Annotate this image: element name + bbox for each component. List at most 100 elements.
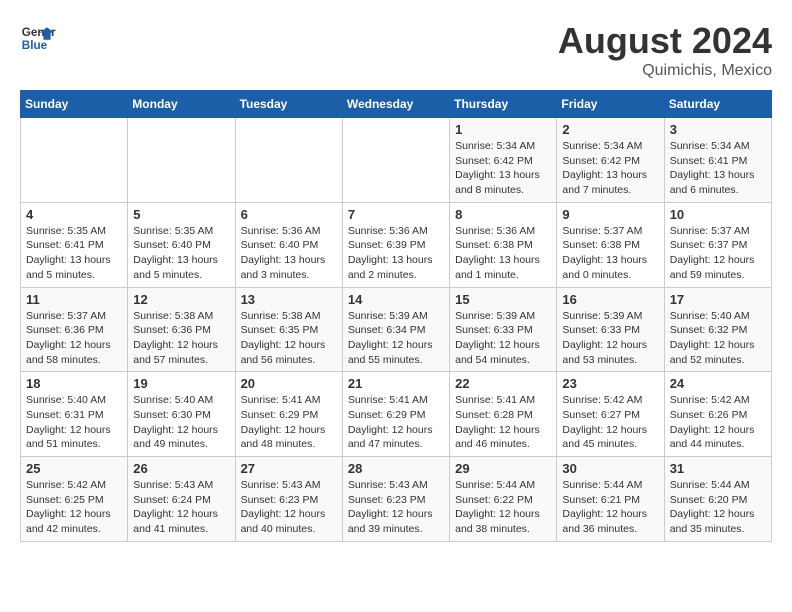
day-detail: Sunrise: 5:38 AM Sunset: 6:35 PM Dayligh… <box>241 309 337 368</box>
day-number: 6 <box>241 207 337 222</box>
day-number: 8 <box>455 207 551 222</box>
day-number: 7 <box>348 207 444 222</box>
day-detail: Sunrise: 5:43 AM Sunset: 6:24 PM Dayligh… <box>133 478 229 537</box>
day-detail: Sunrise: 5:42 AM Sunset: 6:25 PM Dayligh… <box>26 478 122 537</box>
day-detail: Sunrise: 5:40 AM Sunset: 6:30 PM Dayligh… <box>133 393 229 452</box>
day-detail: Sunrise: 5:38 AM Sunset: 6:36 PM Dayligh… <box>133 309 229 368</box>
day-number: 18 <box>26 376 122 391</box>
day-number: 19 <box>133 376 229 391</box>
calendar-cell <box>128 118 235 203</box>
calendar-table: SundayMondayTuesdayWednesdayThursdayFrid… <box>20 90 772 542</box>
day-detail: Sunrise: 5:36 AM Sunset: 6:39 PM Dayligh… <box>348 224 444 283</box>
day-number: 12 <box>133 292 229 307</box>
week-row-3: 11 Sunrise: 5:37 AM Sunset: 6:36 PM Dayli… <box>21 287 772 372</box>
day-detail: Sunrise: 5:41 AM Sunset: 6:29 PM Dayligh… <box>348 393 444 452</box>
day-detail: Sunrise: 5:41 AM Sunset: 6:28 PM Dayligh… <box>455 393 551 452</box>
calendar-cell: 7 Sunrise: 5:36 AM Sunset: 6:39 PM Daylig… <box>342 202 449 287</box>
day-detail: Sunrise: 5:39 AM Sunset: 6:33 PM Dayligh… <box>455 309 551 368</box>
day-detail: Sunrise: 5:36 AM Sunset: 6:40 PM Dayligh… <box>241 224 337 283</box>
day-detail: Sunrise: 5:34 AM Sunset: 6:41 PM Dayligh… <box>670 139 766 198</box>
day-detail: Sunrise: 5:37 AM Sunset: 6:38 PM Dayligh… <box>562 224 658 283</box>
day-number: 9 <box>562 207 658 222</box>
day-number: 20 <box>241 376 337 391</box>
day-detail: Sunrise: 5:44 AM Sunset: 6:22 PM Dayligh… <box>455 478 551 537</box>
day-detail: Sunrise: 5:37 AM Sunset: 6:36 PM Dayligh… <box>26 309 122 368</box>
calendar-cell: 16Sunrise: 5:39 AM Sunset: 6:33 PM Dayli… <box>557 287 664 372</box>
calendar-cell: 20Sunrise: 5:41 AM Sunset: 6:29 PM Dayli… <box>235 372 342 457</box>
day-number: 26 <box>133 461 229 476</box>
day-detail: Sunrise: 5:39 AM Sunset: 6:33 PM Dayligh… <box>562 309 658 368</box>
day-number: 31 <box>670 461 766 476</box>
calendar-cell: 29Sunrise: 5:44 AM Sunset: 6:22 PM Dayli… <box>450 457 557 542</box>
day-number: 24 <box>670 376 766 391</box>
day-number: 14 <box>348 292 444 307</box>
calendar-cell: 30 Sunrise: 5:44 AM Sunset: 6:21 PM Dayli… <box>557 457 664 542</box>
location: Quimichis, Mexico <box>558 62 772 80</box>
week-row-5: 25 Sunrise: 5:42 AM Sunset: 6:25 PM Dayli… <box>21 457 772 542</box>
logo: General Blue <box>20 20 56 56</box>
day-detail: Sunrise: 5:36 AM Sunset: 6:38 PM Dayligh… <box>455 224 551 283</box>
day-detail: Sunrise: 5:35 AM Sunset: 6:41 PM Dayligh… <box>26 224 122 283</box>
day-detail: Sunrise: 5:34 AM Sunset: 6:42 PM Dayligh… <box>562 139 658 198</box>
day-number: 21 <box>348 376 444 391</box>
calendar-cell: 23Sunrise: 5:42 AM Sunset: 6:27 PM Dayli… <box>557 372 664 457</box>
day-number: 5 <box>133 207 229 222</box>
day-detail: Sunrise: 5:44 AM Sunset: 6:20 PM Dayligh… <box>670 478 766 537</box>
weekday-header-monday: Monday <box>128 91 235 118</box>
svg-text:General: General <box>22 26 56 39</box>
day-number: 2 <box>562 122 658 137</box>
day-detail: Sunrise: 5:39 AM Sunset: 6:34 PM Dayligh… <box>348 309 444 368</box>
calendar-cell: 14 Sunrise: 5:39 AM Sunset: 6:34 PM Dayli… <box>342 287 449 372</box>
calendar-cell: 10 Sunrise: 5:37 AM Sunset: 6:37 PM Dayli… <box>664 202 771 287</box>
weekday-header-thursday: Thursday <box>450 91 557 118</box>
day-number: 4 <box>26 207 122 222</box>
day-number: 22 <box>455 376 551 391</box>
weekday-header-row: SundayMondayTuesdayWednesdayThursdayFrid… <box>21 91 772 118</box>
day-detail: Sunrise: 5:37 AM Sunset: 6:37 PM Dayligh… <box>670 224 766 283</box>
day-number: 3 <box>670 122 766 137</box>
title-block: August 2024 Quimichis, Mexico <box>558 20 772 80</box>
logo-icon: General Blue <box>20 20 56 56</box>
calendar-cell: 24 Sunrise: 5:42 AM Sunset: 6:26 PM Dayli… <box>664 372 771 457</box>
calendar-cell <box>342 118 449 203</box>
calendar-cell: 22 Sunrise: 5:41 AM Sunset: 6:28 PM Dayli… <box>450 372 557 457</box>
calendar-cell: 31 Sunrise: 5:44 AM Sunset: 6:20 PM Dayli… <box>664 457 771 542</box>
calendar-cell: 21 Sunrise: 5:41 AM Sunset: 6:29 PM Dayli… <box>342 372 449 457</box>
week-row-4: 18 Sunrise: 5:40 AM Sunset: 6:31 PM Dayli… <box>21 372 772 457</box>
day-number: 11 <box>26 292 122 307</box>
day-number: 23 <box>562 376 658 391</box>
calendar-cell <box>235 118 342 203</box>
day-detail: Sunrise: 5:43 AM Sunset: 6:23 PM Dayligh… <box>348 478 444 537</box>
calendar-cell: 17Sunrise: 5:40 AM Sunset: 6:32 PM Dayli… <box>664 287 771 372</box>
page-header: General Blue August 2024 Quimichis, Mexi… <box>20 20 772 80</box>
calendar-cell: 18 Sunrise: 5:40 AM Sunset: 6:31 PM Dayli… <box>21 372 128 457</box>
calendar-cell: 8 Sunrise: 5:36 AM Sunset: 6:38 PM Daylig… <box>450 202 557 287</box>
day-detail: Sunrise: 5:40 AM Sunset: 6:31 PM Dayligh… <box>26 393 122 452</box>
calendar-cell: 5Sunrise: 5:35 AM Sunset: 6:40 PM Daylig… <box>128 202 235 287</box>
day-detail: Sunrise: 5:44 AM Sunset: 6:21 PM Dayligh… <box>562 478 658 537</box>
calendar-cell: 3 Sunrise: 5:34 AM Sunset: 6:41 PM Daylig… <box>664 118 771 203</box>
weekday-header-sunday: Sunday <box>21 91 128 118</box>
calendar-cell: 27Sunrise: 5:43 AM Sunset: 6:23 PM Dayli… <box>235 457 342 542</box>
calendar-cell: 11 Sunrise: 5:37 AM Sunset: 6:36 PM Dayli… <box>21 287 128 372</box>
day-number: 10 <box>670 207 766 222</box>
calendar-cell: 12 Sunrise: 5:38 AM Sunset: 6:36 PM Dayli… <box>128 287 235 372</box>
day-number: 25 <box>26 461 122 476</box>
day-number: 28 <box>348 461 444 476</box>
calendar-cell: 25 Sunrise: 5:42 AM Sunset: 6:25 PM Dayli… <box>21 457 128 542</box>
calendar-cell <box>21 118 128 203</box>
day-number: 1 <box>455 122 551 137</box>
weekday-header-tuesday: Tuesday <box>235 91 342 118</box>
svg-text:Blue: Blue <box>22 39 48 52</box>
calendar-cell: 4 Sunrise: 5:35 AM Sunset: 6:41 PM Daylig… <box>21 202 128 287</box>
calendar-cell: 9 Sunrise: 5:37 AM Sunset: 6:38 PM Daylig… <box>557 202 664 287</box>
calendar-cell: 6 Sunrise: 5:36 AM Sunset: 6:40 PM Daylig… <box>235 202 342 287</box>
calendar-cell: 26 Sunrise: 5:43 AM Sunset: 6:24 PM Dayli… <box>128 457 235 542</box>
weekday-header-saturday: Saturday <box>664 91 771 118</box>
week-row-1: 1 Sunrise: 5:34 AM Sunset: 6:42 PM Daylig… <box>21 118 772 203</box>
calendar-cell: 28 Sunrise: 5:43 AM Sunset: 6:23 PM Dayli… <box>342 457 449 542</box>
calendar-cell: 19 Sunrise: 5:40 AM Sunset: 6:30 PM Dayli… <box>128 372 235 457</box>
weekday-header-friday: Friday <box>557 91 664 118</box>
day-detail: Sunrise: 5:42 AM Sunset: 6:26 PM Dayligh… <box>670 393 766 452</box>
day-number: 30 <box>562 461 658 476</box>
